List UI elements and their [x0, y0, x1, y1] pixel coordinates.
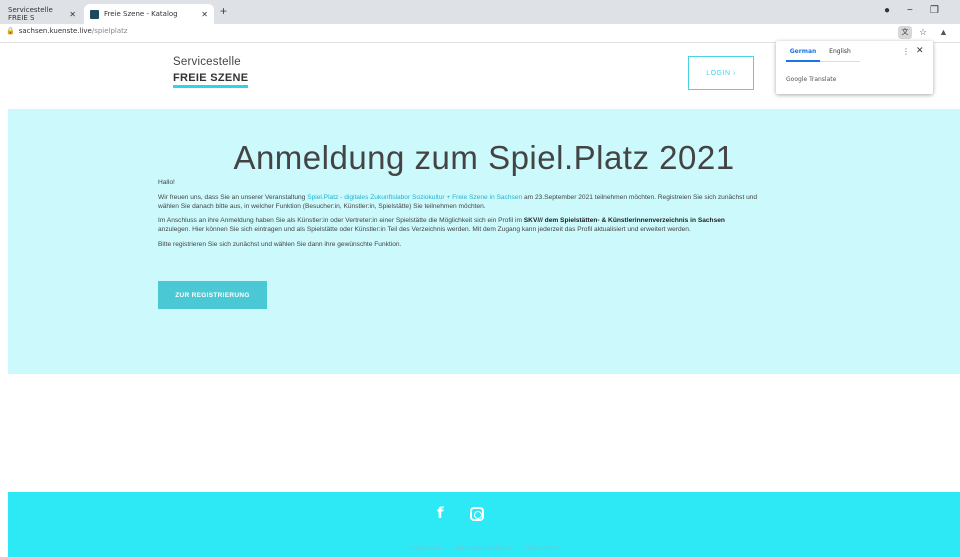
- text: anzulegen. Hier können Sie sich eintrage…: [158, 226, 691, 234]
- restore-icon[interactable]: ❐: [930, 5, 939, 16]
- translate-icon[interactable]: 文: [898, 26, 912, 39]
- site-footer: f Impressum Haftungsausschluss Datenschu…: [8, 492, 960, 557]
- minimize-icon[interactable]: −: [907, 5, 913, 16]
- close-icon[interactable]: ✕: [916, 46, 924, 56]
- footer-link-datenschutz[interactable]: Datenschutz: [523, 545, 559, 552]
- footer-link-impressum[interactable]: Impressum: [409, 545, 441, 552]
- account-icon[interactable]: ▲: [939, 27, 948, 37]
- lock-icon[interactable]: 🔒: [6, 27, 15, 35]
- translate-branding: Google Translate: [786, 76, 837, 83]
- browser-tab-bar: Servicestelle FREIE S ✕ Freie Szene - Ka…: [0, 0, 960, 24]
- facebook-icon[interactable]: f: [437, 504, 444, 522]
- paragraph-2: Im Anschluss an ihre Anmeldung haben Sie…: [158, 217, 758, 235]
- paragraph-3: Bitte registrieren Sie sich zunächst und…: [158, 240, 402, 248]
- footer-link-haftungsausschluss[interactable]: Haftungsausschluss: [453, 545, 511, 552]
- paragraph-1: Wir freuen uns, dass Sie an unserer Vera…: [158, 194, 758, 212]
- url-field[interactable]: 🔒 sachsen.kuenste.live/spielplatz: [6, 27, 128, 35]
- browser-tab-active[interactable]: Freie Szene - Katalog ✕: [84, 4, 214, 24]
- greeting: Hallo!: [158, 179, 175, 186]
- page-title: Anmeldung zum Spiel.Platz 2021: [233, 139, 735, 176]
- bookmark-star-icon[interactable]: ☆: [919, 27, 927, 38]
- register-button[interactable]: ZUR REGISTRIERUNG: [158, 281, 267, 309]
- directory-name: SKV/// dem Spielstätten- & Künstlerinnen…: [523, 217, 725, 225]
- more-options-icon[interactable]: ⋮: [902, 47, 910, 56]
- login-button[interactable]: LOGIN ›: [688, 56, 754, 90]
- new-tab-icon[interactable]: +: [220, 4, 227, 18]
- close-tab-icon[interactable]: ✕: [201, 10, 208, 19]
- intro-text: Hallo! Wir freuen uns, dass Sie an unser…: [158, 179, 758, 256]
- text: Wir freuen uns, dass Sie an unserer Vera…: [158, 193, 308, 201]
- translate-popup: German English ⋮ ✕ Google Translate: [776, 41, 933, 94]
- logo-line-2: FREIE SZENE: [173, 72, 249, 88]
- event-link[interactable]: Spiel.Platz - digitales Zukunftslabor So…: [307, 194, 522, 201]
- tab-title: Freie Szene - Katalog: [104, 10, 178, 18]
- logo-line-1: Servicestelle: [173, 56, 241, 68]
- site-logo[interactable]: Servicestelle FREIE SZENE: [173, 56, 249, 88]
- footer-links: Impressum Haftungsausschluss Datenschutz: [8, 545, 960, 552]
- close-tab-icon[interactable]: ✕: [69, 10, 76, 19]
- language-tab-german[interactable]: German: [786, 48, 820, 62]
- profile-circle-icon[interactable]: ●: [884, 5, 890, 16]
- site-favicon-icon: [90, 9, 99, 19]
- url-path: /spielplatz: [91, 27, 128, 35]
- browser-tab[interactable]: Servicestelle FREIE S ✕: [2, 4, 82, 24]
- language-tab-english[interactable]: English: [820, 48, 860, 62]
- text: Im Anschluss an ihre Anmeldung haben Sie…: [158, 217, 524, 225]
- hero-section: Anmeldung zum Spiel.Platz 2021 Hallo! Wi…: [8, 109, 960, 374]
- instagram-icon[interactable]: [470, 507, 484, 521]
- tab-title: Servicestelle FREIE S: [8, 6, 53, 22]
- url-host: sachsen.kuenste.live: [18, 27, 92, 35]
